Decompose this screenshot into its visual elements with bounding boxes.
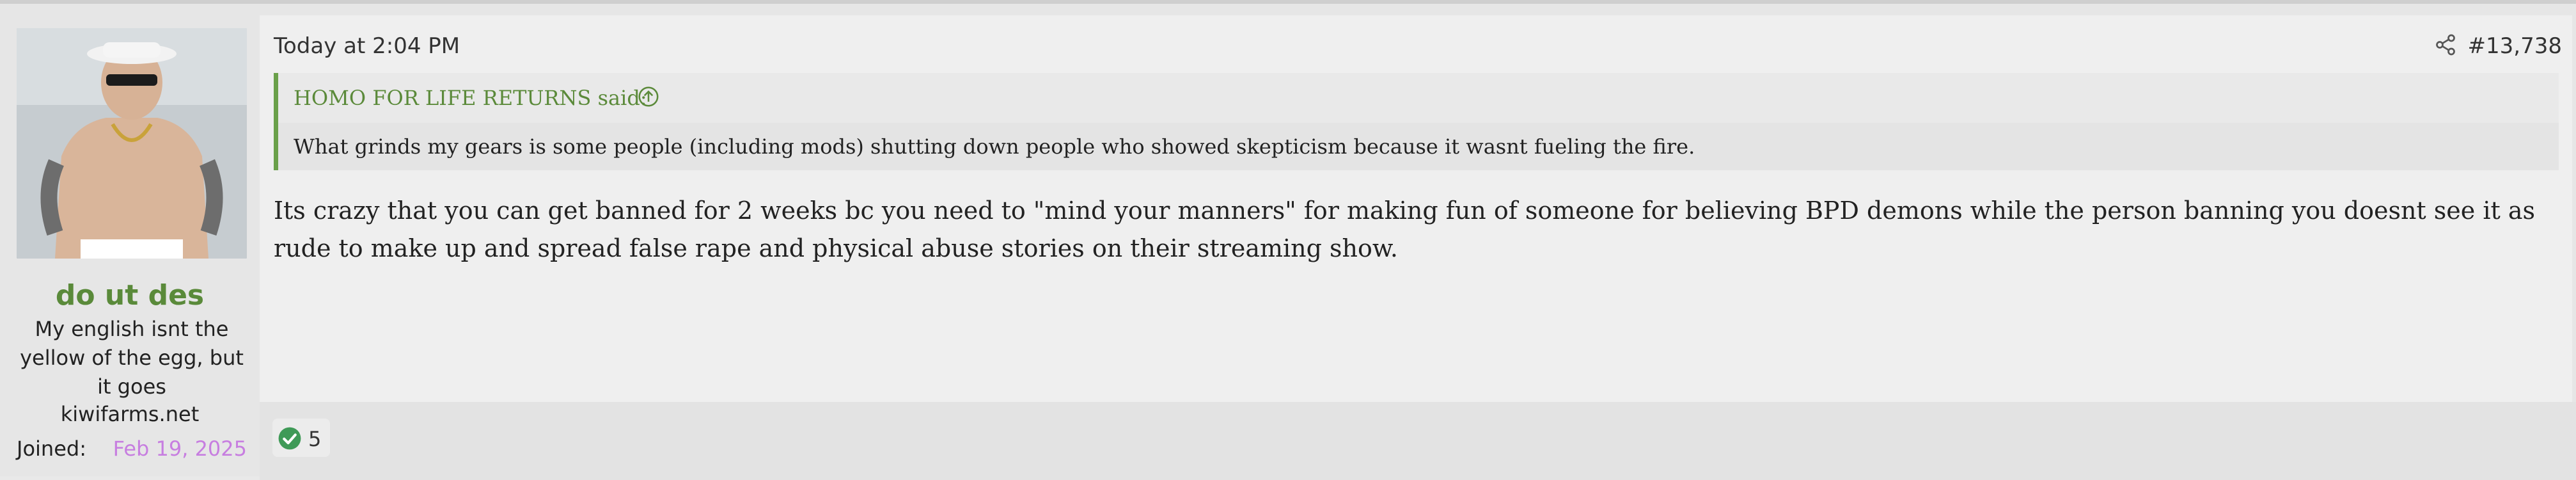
quote-body: What grinds my gears is some people (inc… — [278, 123, 2559, 170]
user-cell: do ut des My english isnt the yellow of … — [0, 15, 260, 476]
post: do ut des My english isnt the yellow of … — [0, 4, 2576, 480]
user-site: kiwifarms.net — [60, 402, 200, 426]
quote-header: HOMO FOR LIFE RETURNS said: — [278, 73, 2559, 123]
reaction-count: 5 — [308, 427, 322, 451]
avatar[interactable] — [17, 28, 247, 259]
joined-label: Joined: — [17, 436, 86, 461]
check-circle-icon — [278, 427, 301, 450]
post-date[interactable]: Today at 2:04 PM — [274, 33, 460, 59]
username[interactable]: do ut des — [0, 279, 260, 312]
message-body: Its crazy that you can get banned for 2 … — [274, 196, 2535, 262]
share-icon[interactable] — [2434, 33, 2457, 56]
arrow-up-circle-icon[interactable] — [636, 84, 661, 109]
post-number[interactable]: #13,738 — [2468, 33, 2562, 59]
quote-text: What grinds my gears is some people (inc… — [294, 134, 1695, 159]
avatar-image — [17, 28, 247, 259]
reaction-bar[interactable]: 5 — [272, 419, 330, 457]
user-title: My english isnt the yellow of the egg, b… — [20, 317, 244, 399]
quote-author[interactable]: HOMO FOR LIFE RETURNS said: — [294, 86, 647, 110]
post-footer: 5 — [260, 402, 2576, 480]
joined-date: Feb 19, 2025 — [113, 436, 247, 461]
quote-block: HOMO FOR LIFE RETURNS said: What grinds … — [274, 73, 2559, 170]
